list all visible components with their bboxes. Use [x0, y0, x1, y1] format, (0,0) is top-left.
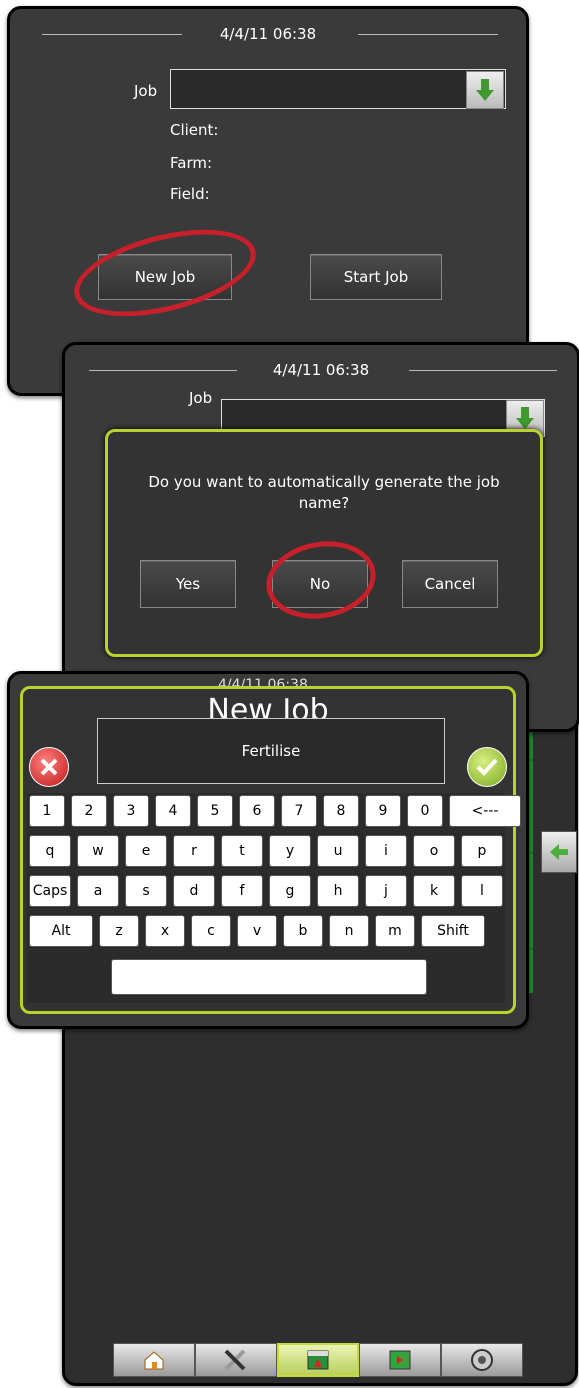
key-10[interactable]: 0 [407, 795, 443, 827]
job-label: Job [134, 82, 158, 100]
cancel-button[interactable]: Cancel [402, 560, 498, 608]
yes-button[interactable]: Yes [140, 560, 236, 608]
key-8[interactable]: j [365, 875, 407, 907]
arrow-left-icon [550, 844, 568, 860]
dialog-question: Do you want to automatically generate th… [148, 473, 500, 512]
new-job-button[interactable]: New Job [98, 254, 232, 300]
key-5[interactable]: f [221, 875, 263, 907]
checkmark-icon [476, 758, 498, 776]
no-button[interactable]: No [272, 560, 368, 608]
tab-gauge-bottom[interactable] [441, 1343, 523, 1377]
cancel-entry-button[interactable] [29, 747, 69, 787]
key-10[interactable]: p [461, 835, 503, 867]
key-8[interactable]: m [375, 915, 415, 947]
field-map-icon [389, 1350, 411, 1370]
key-2[interactable]: 2 [71, 795, 107, 827]
datetime-header: 4/4/11 06:38 [65, 361, 577, 379]
key-9[interactable]: 9 [365, 795, 401, 827]
datetime-header: 4/4/11 06:38 [10, 25, 526, 43]
arrow-down-icon [476, 79, 494, 101]
guidance-view-icon [307, 1350, 329, 1370]
key-5[interactable]: t [221, 835, 263, 867]
key-4[interactable]: 4 [155, 795, 191, 827]
key-11[interactable]: <--- [449, 795, 521, 827]
key-4[interactable]: d [173, 875, 215, 907]
key-10[interactable]: l [461, 875, 503, 907]
home-icon [144, 1351, 164, 1370]
key-9[interactable]: Shift [421, 915, 485, 947]
tools-icon [224, 1349, 246, 1371]
key-1[interactable]: 1 [29, 795, 65, 827]
client-label: Client: [170, 121, 219, 139]
key-7[interactable]: 7 [281, 795, 317, 827]
key-8[interactable]: 8 [323, 795, 359, 827]
key-1[interactable]: Caps [29, 875, 71, 907]
start-job-button[interactable]: Start Job [310, 254, 442, 300]
job-label: Job [189, 389, 213, 407]
key-9[interactable]: o [413, 835, 455, 867]
auto-name-dialog: Do you want to automatically generate th… [105, 429, 543, 657]
job-select-panel: 4/4/11 06:38 Job Client: Farm: Field: Ne… [7, 6, 529, 396]
key-6[interactable]: b [283, 915, 323, 947]
tab-guidance-view[interactable] [277, 1343, 359, 1377]
key-5[interactable]: v [237, 915, 277, 947]
key-3[interactable]: e [125, 835, 167, 867]
key-4[interactable]: r [173, 835, 215, 867]
key-5[interactable]: 5 [197, 795, 233, 827]
close-icon [40, 758, 58, 776]
field-label: Field: [170, 185, 210, 203]
key-2[interactable]: w [77, 835, 119, 867]
job-select-field[interactable] [170, 69, 506, 109]
tab-home-bottom[interactable] [113, 1343, 195, 1377]
key-1[interactable]: q [29, 835, 71, 867]
key-3[interactable]: s [125, 875, 167, 907]
key-8[interactable]: i [365, 835, 407, 867]
key-1[interactable]: Alt [29, 915, 93, 947]
keyboard: 1 2 3 4 5 6 7 8 9 0 <--- q w e r t y u i o p Caps a s d f g h j k l Alt… [27, 793, 521, 1003]
job-dropdown-button[interactable] [466, 71, 504, 109]
key-6[interactable]: g [269, 875, 311, 907]
key-space[interactable] [111, 959, 427, 995]
datetime: 4/4/11 06:38 [272, 361, 370, 379]
key-7[interactable]: h [317, 875, 359, 907]
accept-entry-button[interactable] [467, 747, 507, 787]
tab-tools-bottom[interactable] [195, 1343, 277, 1377]
key-3[interactable]: x [145, 915, 185, 947]
key-2[interactable]: z [99, 915, 139, 947]
key-6[interactable]: y [269, 835, 311, 867]
key-3[interactable]: 3 [113, 795, 149, 827]
job-name-input[interactable]: Fertilise [97, 718, 445, 784]
bottom-tab-bar [113, 1343, 523, 1377]
key-4[interactable]: c [191, 915, 231, 947]
key-6[interactable]: 6 [239, 795, 275, 827]
new-job-keyboard-panel: 4/4/11 06:38 New Job Fertilise 123456789… [7, 671, 529, 1029]
gauge-icon [471, 1349, 493, 1371]
datetime: 4/4/11 06:38 [219, 25, 317, 43]
key-7[interactable]: n [329, 915, 369, 947]
farm-label: Farm: [170, 154, 213, 172]
key-2[interactable]: a [77, 875, 119, 907]
expand-panel-button[interactable] [541, 831, 577, 873]
tab-field-map[interactable] [359, 1343, 441, 1377]
keyboard-dialog: New Job Fertilise 1 2 3 4 5 6 7 8 9 0 <--- q w e r t y u i… [20, 686, 521, 1014]
arrow-down-icon [516, 407, 534, 429]
key-9[interactable]: k [413, 875, 455, 907]
key-7[interactable]: u [317, 835, 359, 867]
